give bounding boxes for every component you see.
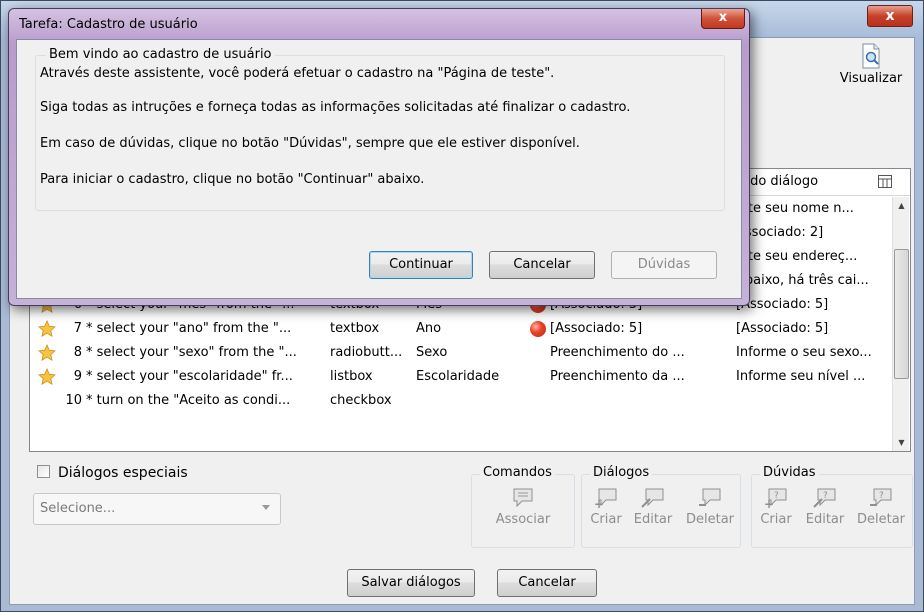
associar-label: Associar: [495, 512, 551, 527]
welcome-line-1: Através deste assistente, você poderá ef…: [40, 66, 555, 81]
cell-type: radiobutt...: [330, 345, 403, 360]
duvidas-deletar-label: Deletar: [856, 512, 906, 527]
dialogos-editar-label: Editar: [633, 512, 673, 527]
cell-name: Sexo: [416, 345, 448, 360]
dialog-title: Tarefa: Cadastro de usuário: [19, 17, 198, 32]
star-icon: [38, 343, 56, 362]
svg-text:+: +: [594, 497, 604, 509]
dialogos-editar-button[interactable]: Editar: [629, 487, 677, 527]
welcome-groupbox: Bem vindo ao cadastro de usuário Através…: [35, 47, 725, 211]
grid-header-dialog[interactable]: o do diálogo: [738, 174, 818, 189]
table-row[interactable]: 8 * select your "sexo" from the "... radio…: [30, 343, 892, 365]
preview-icon: [862, 43, 880, 69]
cell-dialog: [Associado: 5]: [736, 297, 829, 312]
star-icon: [38, 319, 56, 338]
table-row[interactable]: 10 * turn on the "Aceito as condi... check…: [30, 391, 892, 413]
visualizar-button[interactable]: Visualizar: [821, 43, 921, 86]
main-window-close-button[interactable]: x: [867, 5, 913, 27]
comandos-label: Comandos: [480, 465, 555, 480]
scroll-up-icon[interactable]: ▲: [893, 197, 910, 214]
welcome-legend: Bem vindo ao cadastro de usuário: [46, 47, 275, 62]
main-cancel-button[interactable]: Cancelar: [497, 569, 597, 597]
cell-status: [Associado: 5]: [550, 321, 643, 336]
dialogos-deletar-button[interactable]: Deletar: [681, 487, 739, 527]
add-question-icon: ? +: [764, 488, 787, 509]
dialog-client: Bem vindo ao cadastro de usuário Através…: [16, 39, 742, 299]
cell-type: textbox: [330, 321, 380, 336]
special-dialogs-label: Diálogos especiais: [58, 465, 188, 481]
cell-name: Ano: [416, 321, 442, 336]
dialogos-deletar-label: Deletar: [685, 512, 735, 527]
delete-question-icon: ?: [870, 488, 892, 507]
cell-num: 10: [65, 393, 82, 408]
table-row[interactable]: 7 * select your "ano" from the "... textbo…: [30, 319, 892, 341]
select-placeholder: Selecione...: [40, 501, 116, 516]
duvidas-criar-button[interactable]: ? + Criar: [755, 487, 797, 527]
svg-text:+: +: [764, 497, 774, 509]
cell-dialog: gite seu endereç...: [736, 249, 858, 264]
cell-num: 9: [73, 369, 82, 384]
welcome-line-2: Siga todas as intruções e forneça todas …: [40, 100, 631, 115]
associar-button[interactable]: Associar: [481, 487, 565, 527]
add-dialog-icon: +: [594, 488, 617, 509]
svg-text:?: ?: [774, 491, 779, 501]
star-icon: [38, 367, 56, 386]
cell-type: listbox: [330, 369, 373, 384]
chevron-down-icon: [262, 505, 270, 510]
cell-num: 8: [73, 345, 82, 360]
special-dialogs-checkbox[interactable]: [37, 465, 50, 478]
cell-type: checkbox: [330, 393, 392, 408]
status-red-dot-icon: [530, 321, 546, 337]
cell-dialog: Informe o seu sexo...: [736, 345, 872, 360]
task-dialog: Tarefa: Cadastro de usuário x Bem vindo …: [8, 8, 750, 306]
duvidas-editar-label: Editar: [805, 512, 845, 527]
dialogos-label: Diálogos: [590, 465, 653, 480]
cell-dialog: Abaixo, há três cai...: [736, 273, 869, 288]
grid-vertical-scrollbar[interactable]: ▲ ▼: [892, 197, 909, 451]
special-dialogs-checkbox-row[interactable]: Diálogos especiais: [37, 465, 188, 481]
save-dialogs-button[interactable]: Salvar diálogos: [347, 569, 475, 597]
delete-dialog-icon: [699, 488, 721, 507]
scroll-thumb[interactable]: [894, 249, 909, 379]
cell-name: Escolaridade: [416, 369, 500, 384]
cell-dialog: gite seu nome n...: [736, 201, 854, 216]
duvidas-label: Dúvidas: [760, 465, 819, 480]
duvidas-button[interactable]: Dúvidas: [611, 251, 717, 279]
dialogos-criar-button[interactable]: + Criar: [585, 487, 627, 527]
duvidas-criar-label: Criar: [760, 512, 792, 527]
duvidas-editar-button[interactable]: ? Editar: [801, 487, 849, 527]
scroll-down-icon[interactable]: ▼: [893, 434, 910, 451]
dialogos-criar-label: Criar: [590, 512, 622, 527]
cell-dialog: Informe seu nível ...: [736, 369, 866, 384]
associate-icon: [513, 488, 533, 508]
welcome-line-3: Em caso de dúvidas, clique no botão "Dúv…: [40, 136, 580, 151]
cell-action: * select your "ano" from the "...: [86, 321, 292, 336]
dialog-close-button[interactable]: x: [701, 9, 745, 29]
cell-action: * select your "escolaridade" fr...: [86, 369, 293, 384]
edit-dialog-icon: [641, 488, 664, 508]
welcome-line-4: Para iniciar o cadastro, clique no botão…: [40, 172, 425, 187]
svg-text:?: ?: [823, 491, 828, 501]
visualizar-label: Visualizar: [839, 71, 903, 86]
cell-dialog: [Associado: 5]: [736, 321, 829, 336]
svg-text:?: ?: [879, 491, 884, 501]
column-chooser-icon[interactable]: [878, 175, 892, 188]
cell-action: * select your "sexo" from the "...: [86, 345, 297, 360]
dialog-cancelar-button[interactable]: Cancelar: [489, 251, 595, 279]
cell-status: Preenchimento da ...: [550, 369, 685, 384]
cell-status: Preenchimento do ...: [550, 345, 685, 360]
cell-num: 7: [73, 321, 82, 336]
continuar-button[interactable]: Continuar: [369, 251, 473, 279]
cell-action: * turn on the "Aceito as condi...: [86, 393, 291, 408]
edit-question-icon: ?: [813, 488, 836, 508]
cell-dialog: Associado: 2]: [736, 225, 824, 240]
duvidas-deletar-button[interactable]: ? Deletar: [851, 487, 911, 527]
table-row[interactable]: 9 * select your "escolaridade" fr... listb…: [30, 367, 892, 389]
special-dialogs-select[interactable]: Selecione...: [33, 493, 281, 525]
